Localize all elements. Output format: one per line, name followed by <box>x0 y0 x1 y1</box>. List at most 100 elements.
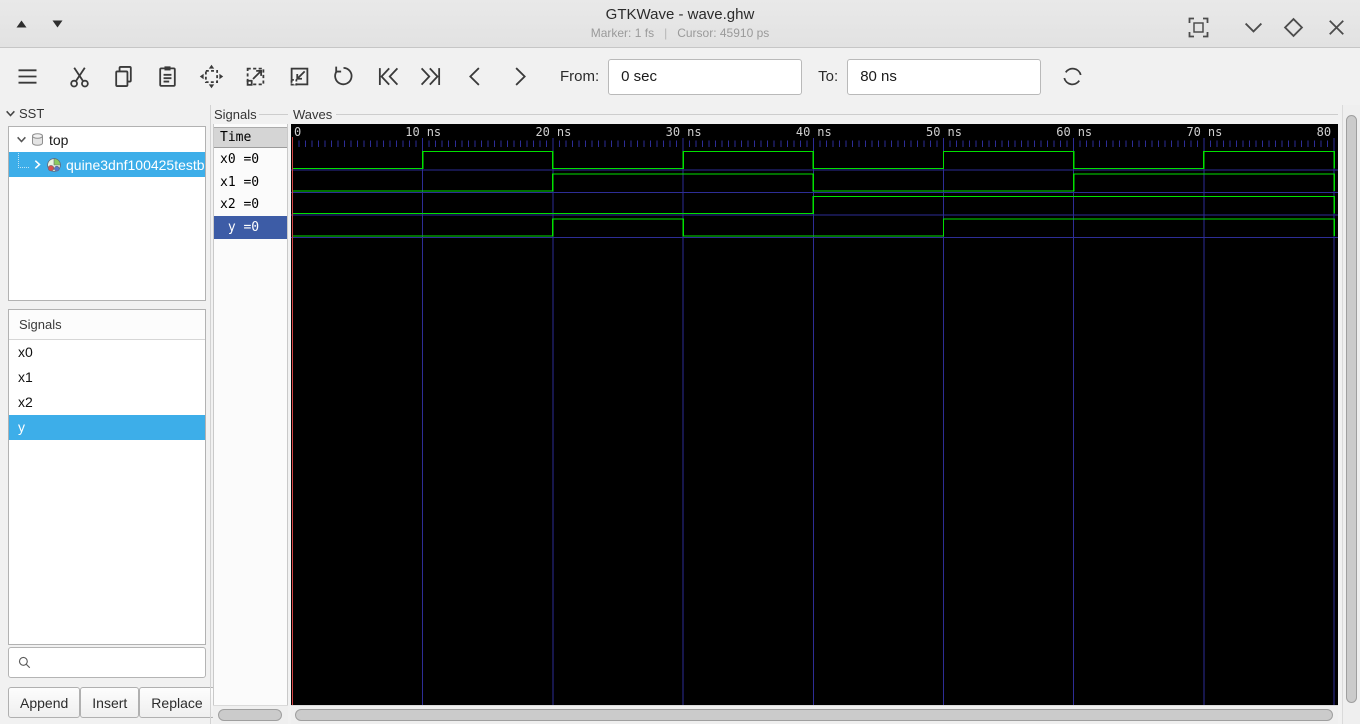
titlebar-titles: GTKWave - wave.ghw Marker: 1 fs | Cursor: … <box>200 6 1160 40</box>
zoom-out-icon <box>290 67 308 86</box>
sst-tree: top quine3dnf100425testbe <box>8 126 206 301</box>
timeline-unit: ns <box>817 125 832 139</box>
scroll-up-button[interactable] <box>6 11 36 37</box>
module-icon <box>47 157 61 172</box>
waves-vscrollbar-thumb[interactable] <box>1346 115 1357 703</box>
timeline-label: 40 <box>795 125 811 139</box>
tree-item-label: quine3dnf100425testbe <box>66 156 205 173</box>
search-input[interactable] <box>39 653 197 672</box>
signals-list: x0 x1 x2 y <box>9 340 205 440</box>
tree-item-top[interactable]: top <box>9 127 205 152</box>
window-subtitle: Marker: 1 fs | Cursor: 45910 ps <box>200 26 1160 40</box>
headerbar: GTKWave - wave.ghw Marker: 1 fs | Cursor: … <box>0 0 1360 48</box>
append-button[interactable]: Append <box>8 687 81 718</box>
skip-to-start-icon <box>378 67 398 86</box>
timeline-unit: ns <box>687 125 702 139</box>
names-hscrollbar-thumb[interactable] <box>218 709 282 721</box>
replace-button[interactable]: Replace <box>139 687 215 718</box>
timeline-unit: ns <box>426 125 442 139</box>
zoom-in-icon <box>246 67 264 86</box>
component-icon <box>32 133 43 146</box>
expander-down-icon[interactable] <box>13 134 29 145</box>
zoom-out-button[interactable] <box>280 58 318 96</box>
sst-header[interactable]: SST <box>5 104 44 122</box>
fullscreen-icon <box>1188 17 1209 38</box>
to-end-button[interactable] <box>412 58 450 96</box>
tree-item-label: top <box>49 131 69 148</box>
sst-label: SST <box>19 105 45 121</box>
diamond-icon <box>1283 17 1304 38</box>
names-hscrollbar[interactable] <box>213 705 288 724</box>
wave-name-row[interactable]: x2 =0 <box>214 194 287 217</box>
scroll-down-button[interactable] <box>42 11 72 37</box>
tree-item-module[interactable]: quine3dnf100425testbe <box>9 152 205 177</box>
timeline-label: 80 <box>1316 125 1332 139</box>
zoom-in-button[interactable] <box>236 58 274 96</box>
marker-status: Marker: 1 fs <box>590 26 655 40</box>
to-input[interactable] <box>847 58 1042 95</box>
maximize-button[interactable] <box>1280 14 1307 41</box>
cursor-status: Cursor: 45910 ps <box>677 26 770 40</box>
zoom-fit-button[interactable] <box>192 58 230 96</box>
prev-button[interactable] <box>456 58 494 96</box>
wave-names-panel: Time x0 =0 x1 =0 x2 =0 y =0 <box>213 124 288 705</box>
timeline-unit: ns <box>947 125 962 139</box>
waves-hscrollbar-thumb[interactable] <box>295 709 1333 721</box>
chevron-down-icon <box>1244 22 1263 33</box>
signals-list-box: Signals x0 x1 x2 y <box>8 309 206 645</box>
wave-name-row[interactable]: x0 =0 <box>214 149 287 172</box>
timeline-label: 20 <box>535 125 550 139</box>
pane-divider[interactable] <box>210 105 211 724</box>
waves-panel-label: Waves <box>293 107 333 122</box>
signals-list-header: Signals <box>9 310 205 340</box>
timeline-label: 10 <box>405 125 420 139</box>
search-icon <box>18 656 31 669</box>
reload-icon <box>1063 67 1082 86</box>
insert-button[interactable]: Insert <box>80 687 140 718</box>
trace-x2 <box>292 195 1335 215</box>
to-label: To: <box>818 68 839 85</box>
menu-button[interactable] <box>8 58 46 96</box>
expander-down-icon <box>6 110 15 117</box>
waves-hscrollbar[interactable] <box>291 705 1338 724</box>
timeline-unit: ns <box>1077 125 1093 139</box>
reload-button[interactable] <box>1053 58 1091 96</box>
triangle-down-icon <box>52 20 62 28</box>
copy-button[interactable] <box>104 58 142 96</box>
timeline-unit: ns <box>556 125 572 139</box>
wave-name-row[interactable]: y =0 <box>214 216 287 239</box>
signal-list-item-y[interactable]: y <box>9 415 205 440</box>
expander-right-icon[interactable] <box>29 159 45 170</box>
close-icon <box>1329 20 1344 35</box>
search-box <box>8 647 206 678</box>
wave-name-row[interactable]: x1 =0 <box>214 171 287 194</box>
window-title: GTKWave - wave.ghw <box>605 6 755 23</box>
cut-button[interactable] <box>60 58 98 96</box>
toolbar: From: To: <box>0 48 1360 105</box>
wave-canvas[interactable]: 010ns20ns30ns40ns50ns60ns70ns80ns <box>291 124 1338 705</box>
timeline-label: 50 <box>926 125 941 139</box>
gtkwave-window: GTKWave - wave.ghw Marker: 1 fs | Cursor: … <box>0 0 1360 724</box>
close-button[interactable] <box>1323 14 1350 41</box>
status-separator: | <box>664 26 668 40</box>
to-start-button[interactable] <box>368 58 406 96</box>
undo-icon <box>333 66 352 86</box>
signal-list-item-x1[interactable]: x1 <box>9 365 205 390</box>
frame-line <box>336 114 1338 115</box>
signal-list-item-x0[interactable]: x0 <box>9 340 205 365</box>
timeline-label: 60 <box>1056 125 1071 139</box>
timeline-label: 70 <box>1186 125 1201 139</box>
next-button[interactable] <box>500 58 538 96</box>
paste-button[interactable] <box>148 58 186 96</box>
minimize-button[interactable] <box>1240 14 1267 41</box>
waves-vscrollbar[interactable] <box>1342 105 1360 724</box>
fullscreen-button[interactable] <box>1185 14 1212 41</box>
zoom-fit-icon <box>199 64 223 89</box>
from-input[interactable] <box>608 58 803 95</box>
signal-list-item-x2[interactable]: x2 <box>9 390 205 415</box>
timeline-label: 30 <box>665 125 681 139</box>
time-header[interactable]: Time <box>214 127 287 148</box>
undo-button[interactable] <box>324 58 362 96</box>
window-controls <box>1185 14 1350 41</box>
timeline-unit: ns <box>1207 125 1223 139</box>
